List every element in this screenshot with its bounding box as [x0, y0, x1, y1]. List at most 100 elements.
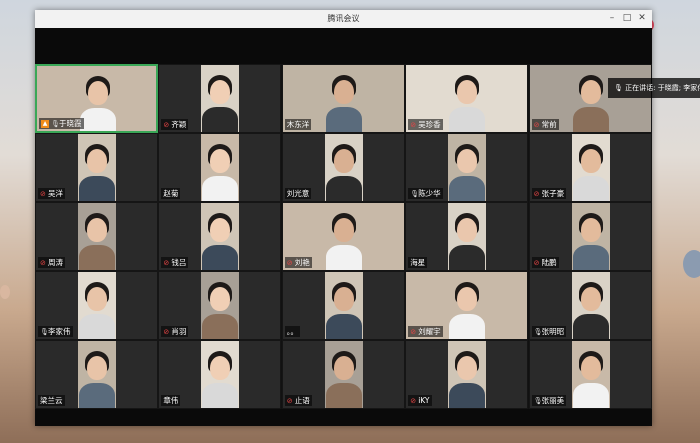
video-feed: [448, 341, 487, 408]
participant-tile[interactable]: 🎙 张丽美: [528, 340, 652, 409]
participant-name: 章伟: [163, 396, 179, 405]
person-face: [457, 218, 478, 242]
person-body: [449, 314, 486, 339]
participant-tile[interactable]: 🎙 张明昭: [528, 271, 652, 340]
participant-name-tag: ⊘ iKY: [408, 395, 432, 406]
participant-tile[interactable]: 🎙 陈少华: [405, 133, 529, 202]
participant-tile[interactable]: ⊘ 陆鹏: [528, 202, 652, 271]
participant-name-tag: 🎙 李家伟: [38, 326, 73, 337]
minimize-icon[interactable]: –: [605, 12, 619, 25]
video-feed: [448, 134, 487, 201]
person-face: [457, 287, 478, 311]
person-face: [210, 356, 231, 380]
person-body: [449, 245, 486, 270]
participant-name-tag: 木东洋: [284, 119, 312, 130]
participant-name: 止语: [294, 396, 310, 405]
person-face: [580, 356, 601, 380]
participant-tile[interactable]: 。。: [281, 271, 405, 340]
mic-muted-icon: ⊘: [163, 120, 170, 129]
video-feed: [78, 134, 116, 201]
mic-icon: 🎙: [410, 189, 420, 198]
person-body: [572, 245, 609, 270]
person-body: [202, 107, 239, 132]
participant-name: 刘艳: [294, 258, 310, 267]
participant-tile[interactable]: 🎙 李家伟: [35, 271, 158, 340]
participant-name: 吴珍香: [418, 120, 441, 129]
participant-tile[interactable]: ⊘ 刘艳: [281, 202, 405, 271]
person-body: [449, 176, 486, 201]
participant-tile[interactable]: 梁兰云: [35, 340, 158, 409]
participant-name-tag: ⊘ 止语: [284, 395, 312, 406]
mic-muted-icon: ⊘: [533, 258, 540, 267]
participant-name-tag: ⊘ 肖羽: [161, 326, 189, 337]
participant-tile[interactable]: ⊘ 钱吕: [158, 202, 282, 271]
person-face: [580, 80, 601, 104]
mic-icon: 🎙: [614, 84, 623, 92]
participant-tile[interactable]: ⊘ 齐颖: [158, 64, 282, 133]
mic-muted-icon: ⊘: [410, 120, 417, 129]
video-feed: [448, 203, 487, 270]
participant-tile[interactable]: 章伟: [158, 340, 282, 409]
participant-tile[interactable]: ⊘ 刘耀宇: [405, 271, 529, 340]
balloon-decoration: [0, 285, 10, 299]
participant-name-tag: ⊘ 吴洋: [38, 188, 65, 199]
participant-tile[interactable]: ▲ 🎙 于晓霞: [35, 64, 158, 133]
participant-tile[interactable]: 木东洋: [281, 64, 405, 133]
person-face: [580, 149, 601, 173]
participant-name-tag: 刘光意: [284, 188, 312, 199]
participant-name-tag: ⊘ 刘艳: [284, 257, 312, 268]
participant-name: 刘耀宇: [418, 327, 441, 336]
participant-name-tag: 🎙 张明昭: [531, 326, 567, 337]
person-face: [457, 356, 478, 380]
mic-icon: 🎙: [40, 327, 49, 336]
person-face: [333, 287, 354, 311]
person-body: [572, 107, 609, 132]
person-face: [457, 149, 478, 173]
participant-tile[interactable]: ⊘ 常前: [528, 64, 652, 133]
person-face: [333, 356, 354, 380]
person-face: [87, 356, 107, 380]
participant-name-tag: 海星: [408, 257, 428, 268]
participant-name: 刘光意: [286, 189, 310, 198]
person-face: [210, 80, 231, 104]
speaking-text: 正在讲话: 于晓霞; 李家伟: [625, 84, 700, 92]
participant-name-tag: ⊘ 周涛: [38, 257, 65, 268]
participant-tile[interactable]: ⊘ 周涛: [35, 202, 158, 271]
title-bar: 腾讯会议 – □ ✕: [35, 10, 652, 29]
participant-name-tag: 🎙 陈少华: [408, 188, 443, 199]
participant-tile[interactable]: ⊘ 吴珍香: [405, 64, 529, 133]
participant-tile[interactable]: ⊘ 肖羽: [158, 271, 282, 340]
participant-name-tag: ⊘ 张子豪: [531, 188, 567, 199]
balloon-decoration: [683, 250, 700, 278]
participant-name: 陆鹏: [541, 258, 557, 267]
participant-name: 赵菊: [163, 189, 179, 198]
person-body: [79, 245, 115, 270]
person-face: [88, 81, 108, 105]
participant-name: 李家伟: [48, 327, 71, 336]
participant-name: 。。: [286, 327, 299, 336]
mic-muted-icon: ⊘: [163, 327, 170, 336]
participant-tile[interactable]: 赵菊: [158, 133, 282, 202]
participant-name: 陈少华: [418, 189, 441, 198]
participant-tile[interactable]: 海星: [405, 202, 529, 271]
participant-tile[interactable]: ⊘ 张子豪: [528, 133, 652, 202]
participant-name-tag: ⊘ 刘耀宇: [408, 326, 443, 337]
person-face: [210, 218, 231, 242]
video-feed: [571, 341, 610, 408]
video-feed: [571, 272, 610, 339]
person-face: [87, 149, 107, 173]
person-body: [449, 383, 486, 408]
close-icon[interactable]: ✕: [635, 12, 649, 25]
participant-tile[interactable]: ⊘ 吴洋: [35, 133, 158, 202]
person-body: [202, 383, 239, 408]
participant-name-tag: 🎙 张丽美: [531, 395, 567, 406]
video-feed: [78, 341, 116, 408]
participant-tile[interactable]: 刘光意: [281, 133, 405, 202]
mic-muted-icon: ⊘: [286, 396, 293, 405]
video-feed: [201, 134, 240, 201]
participant-name-tag: 章伟: [161, 395, 181, 406]
maximize-icon[interactable]: □: [620, 12, 634, 25]
participant-tile[interactable]: ⊘ iKY: [405, 340, 529, 409]
person-body: [325, 176, 362, 201]
participant-tile[interactable]: ⊘ 止语: [281, 340, 405, 409]
